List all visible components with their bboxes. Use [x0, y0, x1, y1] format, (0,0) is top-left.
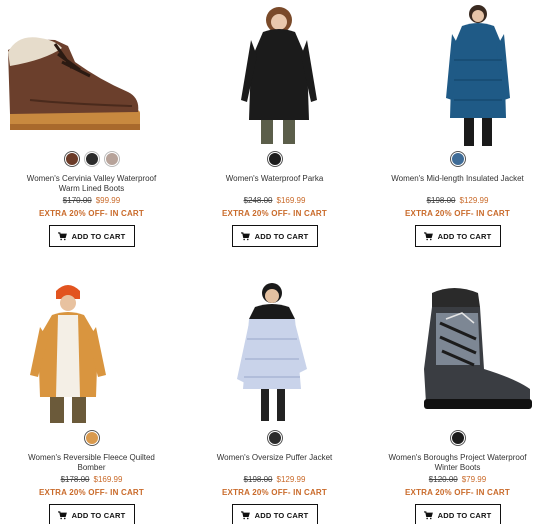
add-to-cart-button[interactable]: ADD TO CART	[231, 504, 318, 524]
price-row: $198.00 $129.99	[366, 196, 549, 206]
cart-icon	[57, 510, 67, 519]
original-price: $248.00	[243, 196, 273, 205]
product-name[interactable]: Women's Oversize Puffer Jacket	[183, 453, 366, 473]
price-row: $248.00 $169.99	[183, 196, 366, 206]
product-name[interactable]: Women's Boroughs Project Waterproof Wint…	[366, 453, 549, 473]
product-card[interactable]: Women's Waterproof Parka $248.00 $169.99 …	[183, 0, 366, 247]
product-card[interactable]: Women's Reversible Fleece Quilted Bomber…	[0, 279, 183, 524]
sale-price: $129.99	[276, 475, 306, 484]
promo-text: EXTRA 20% OFF- IN CART	[405, 488, 510, 497]
promo-text: EXTRA 20% OFF- IN CART	[39, 488, 144, 497]
color-swatch[interactable]	[450, 152, 465, 166]
promo-text: EXTRA 20% OFF- IN CART	[39, 209, 144, 218]
add-to-cart-label: ADD TO CART	[437, 231, 492, 241]
color-swatches	[183, 148, 366, 170]
cart-icon	[240, 231, 250, 240]
add-to-cart-button[interactable]: ADD TO CART	[231, 225, 318, 247]
add-to-cart-button[interactable]: ADD TO CART	[414, 504, 501, 524]
product-grid: Women's Cervinia Valley Waterproof Warm …	[0, 0, 550, 524]
product-name-line: Warm Lined Boots	[58, 184, 125, 193]
product-card[interactable]: Women's Cervinia Valley Waterproof Warm …	[0, 0, 183, 247]
original-price: $198.00	[426, 196, 456, 205]
product-image[interactable]	[183, 279, 366, 427]
price-row: $120.00 $79.99	[366, 475, 549, 485]
bomber-icon	[30, 285, 106, 423]
price-row: $178.00 $169.99	[0, 475, 183, 485]
promo-text: EXTRA 20% OFF- IN CART	[405, 209, 510, 218]
original-price: $120.00	[428, 475, 458, 484]
promo-text: EXTRA 20% OFF- IN CART	[222, 209, 327, 218]
jacket-icon	[446, 5, 510, 146]
original-price: $198.00	[243, 475, 273, 484]
product-name-line: Winter Boots	[434, 463, 481, 472]
original-price: $178.00	[60, 475, 90, 484]
cart-icon	[423, 510, 433, 519]
product-name[interactable]: Women's Cervinia Valley Waterproof Warm …	[0, 174, 183, 194]
color-swatches	[183, 427, 366, 449]
color-swatch[interactable]	[104, 152, 119, 166]
product-name-line: Women's Cervinia Valley Waterproof	[26, 174, 157, 183]
product-name[interactable]: Women's Reversible Fleece Quilted Bomber	[0, 453, 183, 473]
product-card[interactable]: Women's Boroughs Project Waterproof Wint…	[366, 279, 549, 524]
add-to-cart-button[interactable]: ADD TO CART	[48, 504, 135, 524]
sale-price: $169.99	[93, 475, 123, 484]
add-to-cart-button[interactable]: ADD TO CART	[48, 225, 135, 247]
product-name[interactable]: Women's Waterproof Parka	[183, 174, 366, 194]
boot-icon	[8, 37, 140, 130]
product-name-line: Women's Oversize Puffer Jacket	[216, 453, 333, 462]
color-swatch[interactable]	[267, 431, 282, 445]
product-name-line: Women's Reversible Fleece Quilted	[28, 453, 155, 462]
product-image[interactable]	[0, 279, 183, 427]
original-price: $170.00	[62, 196, 92, 205]
sale-price: $99.99	[95, 196, 121, 205]
product-name-line: Bomber	[77, 463, 106, 472]
cart-icon	[423, 231, 433, 240]
add-to-cart-label: ADD TO CART	[71, 231, 126, 241]
color-swatches	[0, 427, 183, 449]
sale-price: $169.99	[276, 196, 306, 205]
parka-icon	[241, 7, 317, 144]
snow-boot-icon	[424, 288, 532, 409]
color-swatches	[0, 148, 183, 170]
add-to-cart-button[interactable]: ADD TO CART	[414, 225, 501, 247]
product-image[interactable]	[183, 0, 366, 148]
product-name-line: Women's Boroughs Project Waterproof	[388, 453, 527, 462]
color-swatches	[366, 148, 549, 170]
add-to-cart-label: ADD TO CART	[254, 510, 309, 520]
color-swatches	[366, 427, 549, 449]
add-to-cart-label: ADD TO CART	[437, 510, 492, 520]
promo-text: EXTRA 20% OFF- IN CART	[222, 488, 327, 497]
cart-icon	[57, 231, 67, 240]
sale-price: $79.99	[461, 475, 487, 484]
color-swatch[interactable]	[267, 152, 282, 166]
color-swatch[interactable]	[450, 431, 465, 445]
product-image[interactable]	[366, 0, 549, 148]
color-swatch[interactable]	[84, 152, 99, 166]
add-to-cart-label: ADD TO CART	[254, 231, 309, 241]
product-name-line: Women's Waterproof Parka	[225, 174, 324, 183]
product-image[interactable]	[0, 0, 183, 148]
add-to-cart-label: ADD TO CART	[71, 510, 126, 520]
sale-price: $129.99	[459, 196, 489, 205]
cart-icon	[240, 510, 250, 519]
puffer-icon	[237, 283, 307, 421]
product-card[interactable]: Women's Mid-length Insulated Jacket $198…	[366, 0, 549, 247]
product-name-line: Women's Mid-length Insulated Jacket	[391, 174, 524, 183]
color-swatch[interactable]	[84, 431, 99, 445]
price-row: $170.00 $99.99	[0, 196, 183, 206]
product-name[interactable]: Women's Mid-length Insulated Jacket	[366, 174, 549, 194]
color-swatch[interactable]	[64, 152, 79, 166]
price-row: $198.00 $129.99	[183, 475, 366, 485]
product-card[interactable]: Women's Oversize Puffer Jacket $198.00 $1…	[183, 279, 366, 524]
product-image[interactable]	[366, 279, 549, 427]
